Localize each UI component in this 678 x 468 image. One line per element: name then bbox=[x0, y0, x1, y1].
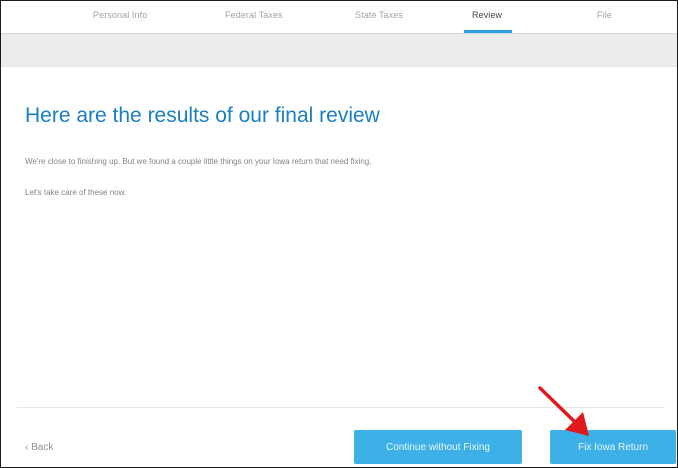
continue-without-fixing-button[interactable]: Continue without Fixing bbox=[354, 430, 522, 464]
step-personal-info[interactable]: Personal Info bbox=[93, 10, 147, 20]
back-button[interactable]: ‹ Back bbox=[25, 442, 53, 453]
fix-iowa-return-button[interactable]: Fix Iowa Return bbox=[550, 430, 676, 464]
review-summary-text: We're close to finishing up. But we foun… bbox=[25, 157, 372, 166]
step-state-taxes[interactable]: State Taxes bbox=[355, 10, 403, 20]
step-navigation: Personal Info Federal Taxes State Taxes … bbox=[1, 1, 677, 34]
step-federal-taxes[interactable]: Federal Taxes bbox=[225, 10, 283, 20]
header-band bbox=[1, 34, 677, 66]
tax-review-window: Personal Info Federal Taxes State Taxes … bbox=[0, 0, 678, 468]
review-instruction-text: Let's take care of these now. bbox=[25, 188, 127, 197]
band-divider bbox=[1, 66, 677, 67]
footer-divider bbox=[17, 407, 665, 408]
page-title: Here are the results of our final review bbox=[25, 104, 380, 127]
step-file[interactable]: File bbox=[597, 10, 612, 20]
step-review[interactable]: Review bbox=[472, 10, 502, 20]
